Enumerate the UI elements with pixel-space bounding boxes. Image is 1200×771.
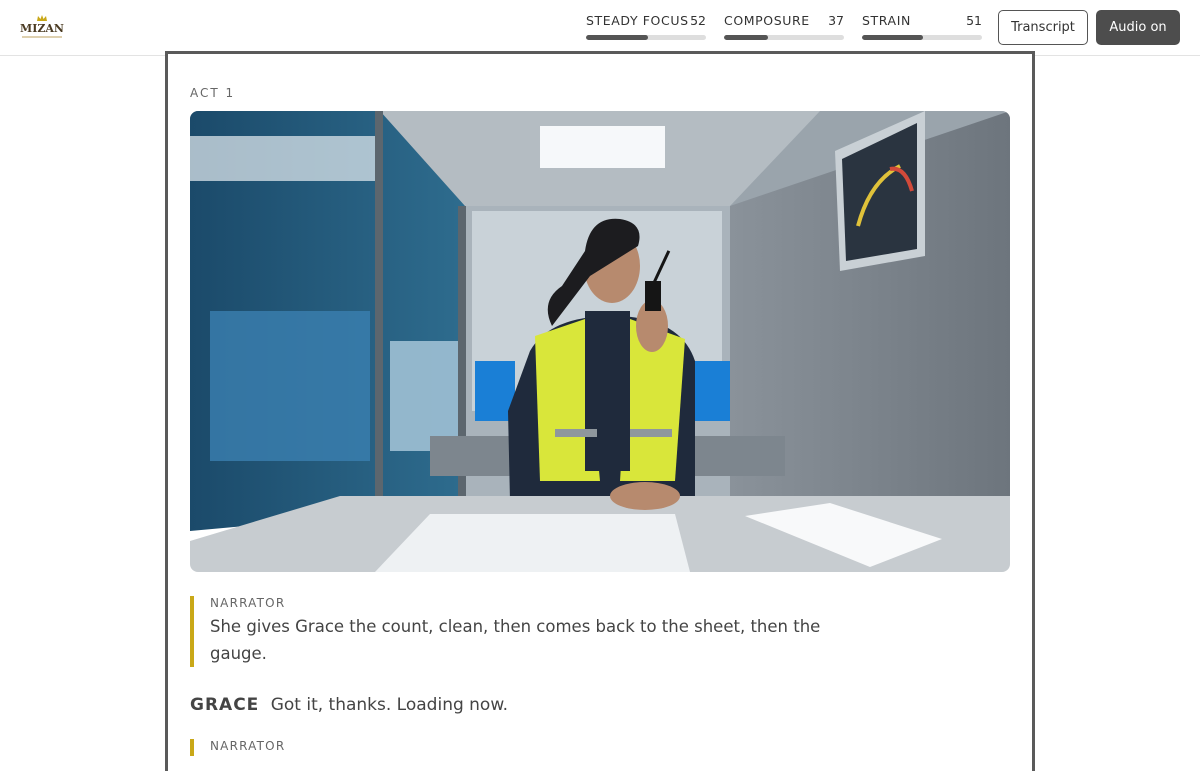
stat-value: 51 (966, 13, 982, 28)
scene-illustration (190, 111, 1010, 572)
dialogue-line: GRACE Got it, thanks. Loading now. (190, 695, 508, 715)
brand-tagline-rule (22, 36, 62, 38)
speaker-label: NARRATOR (210, 596, 286, 610)
crown-icon (37, 15, 47, 21)
control-room-image (190, 111, 1010, 572)
story-panel: ACT 1 NARRATOR She gives Grace the count… (165, 51, 1035, 771)
narrator-block: NARRATOR (190, 739, 870, 756)
stat-value: 52 (690, 13, 706, 28)
stat-value: 37 (828, 13, 844, 28)
act-label: ACT 1 (190, 86, 236, 100)
brand-name: MIZAN (20, 22, 64, 35)
stat-bar-fill (724, 35, 769, 40)
narrator-block: NARRATOR She gives Grace the count, clea… (190, 596, 870, 667)
transcript-button[interactable]: Transcript (998, 10, 1088, 45)
stat-composure: COMPOSURE 37 (724, 13, 844, 43)
stat-bar-fill (586, 35, 649, 40)
stat-label: STRAIN (862, 13, 911, 28)
stat-steady-focus: STEADY FOCUS 52 (586, 13, 706, 43)
speaker-label: NARRATOR (210, 739, 286, 753)
top-bar: MIZAN STEADY FOCUS 52 COMPOSURE 37 STRAI… (0, 0, 1200, 56)
speaker-name: GRACE (190, 695, 260, 715)
stat-bar-fill (862, 35, 924, 40)
stat-bar (724, 35, 844, 40)
narration-text: She gives Grace the count, clean, then c… (210, 617, 821, 663)
stat-label: COMPOSURE (724, 13, 810, 28)
stat-bar (862, 35, 982, 40)
stat-bar (586, 35, 706, 40)
dialogue-text: Got it, thanks. Loading now. (270, 695, 509, 715)
brand-logo[interactable]: MIZAN (20, 14, 64, 42)
stat-strain: STRAIN 51 (862, 13, 982, 43)
audio-toggle-button[interactable]: Audio on (1096, 10, 1180, 45)
stat-label: STEADY FOCUS (586, 13, 689, 28)
